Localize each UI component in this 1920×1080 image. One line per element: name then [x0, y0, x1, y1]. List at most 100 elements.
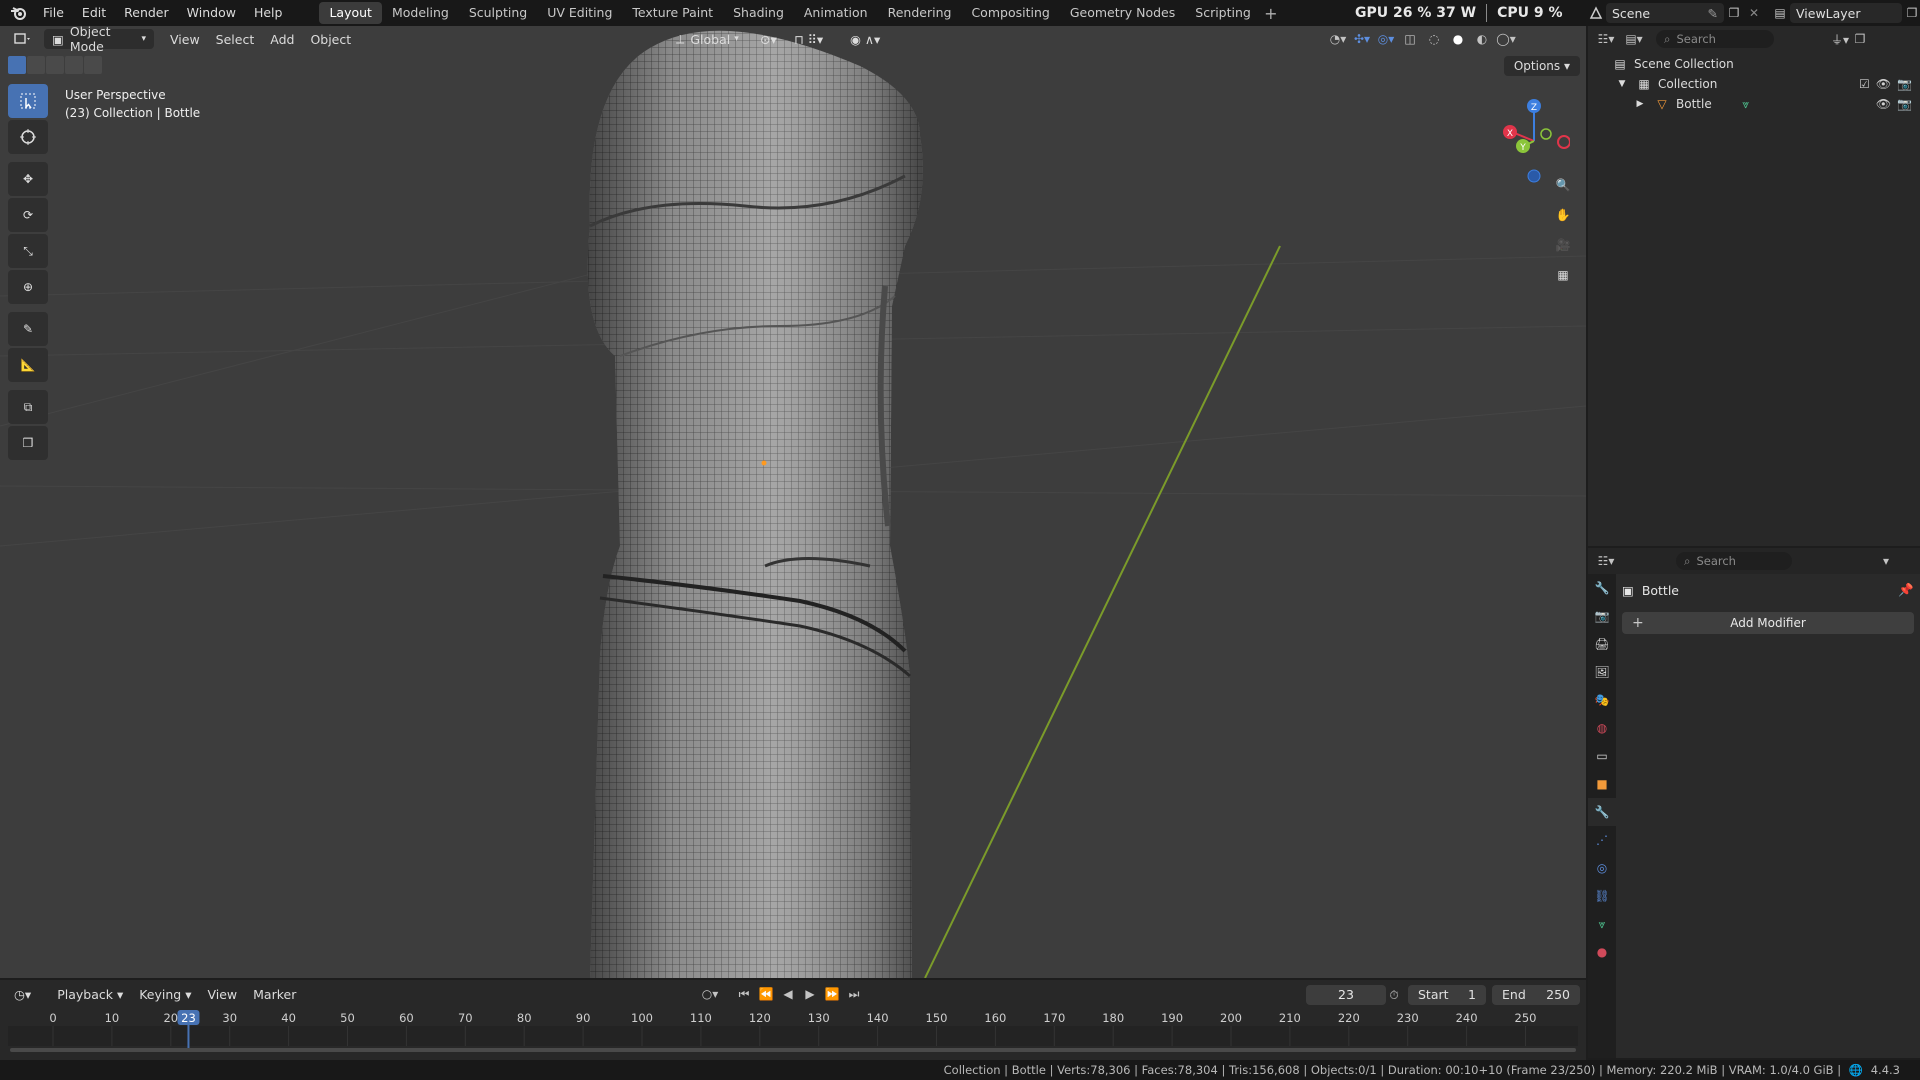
camera-icon[interactable]: 📷	[1897, 77, 1912, 91]
chevron-down-icon[interactable]: ▼	[1614, 77, 1630, 91]
eye-icon[interactable]: 👁	[1876, 77, 1891, 91]
gizmo-toggle-icon[interactable]: ✣▾	[1352, 29, 1372, 49]
menu-marker[interactable]: Marker	[245, 984, 304, 1004]
menu-select[interactable]: Select	[208, 29, 263, 49]
blender-logo-icon[interactable]	[8, 2, 30, 24]
view-layer-field[interactable]: ViewLayer	[1790, 3, 1902, 23]
timeline-editor-type-button[interactable]: ◷▾	[6, 984, 39, 1004]
properties-editor-type-icon[interactable]: ☷▾	[1596, 551, 1616, 571]
pivot-point-icon[interactable]: ⊙▾	[752, 29, 785, 49]
tab-scripting[interactable]: Scripting	[1185, 2, 1261, 24]
object-tab-icon[interactable]: ■	[1588, 770, 1616, 798]
current-frame-field[interactable]: 23	[1306, 985, 1386, 1005]
pin-icon[interactable]: 📌	[1898, 582, 1914, 598]
chevron-right-icon[interactable]: ▶	[1632, 97, 1648, 111]
select-box-icon[interactable]	[8, 84, 48, 118]
cursor-icon[interactable]	[8, 120, 48, 154]
rotate-icon[interactable]: ⟳	[8, 198, 48, 232]
filter-icon[interactable]: ⏚▾	[1830, 29, 1850, 49]
start-frame-field[interactable]: Start 1	[1408, 985, 1486, 1005]
menu-render[interactable]: Render	[115, 2, 178, 24]
eye-icon[interactable]: 👁	[1876, 97, 1891, 111]
outliner-row-scene-collection[interactable]: ▤ Scene Collection	[1588, 54, 1920, 74]
tab-geometry-nodes[interactable]: Geometry Nodes	[1060, 2, 1185, 24]
play-reverse-icon[interactable]: ◀	[778, 984, 798, 1004]
perspective-toggle-icon[interactable]: ▦	[1548, 260, 1578, 290]
outliner-editor-type-icon[interactable]: ☷▾	[1596, 29, 1616, 49]
tab-animation[interactable]: Animation	[794, 2, 878, 24]
menu-file[interactable]: File	[34, 2, 73, 24]
3d-viewport[interactable]: ▣ Object Mode ▾ View Select Add Object ⟂…	[0, 26, 1586, 978]
stopwatch-icon[interactable]: ⏱	[1384, 985, 1404, 1005]
menu-playback[interactable]: Playback ▾	[49, 984, 131, 1004]
outliner-row-collection[interactable]: ▼ ▦ Collection ☑ 👁 📷	[1588, 74, 1920, 94]
play-icon[interactable]: ▶	[800, 984, 820, 1004]
select-extend-icon[interactable]	[27, 56, 45, 74]
select-subtract-icon[interactable]	[46, 56, 64, 74]
tab-texture-paint[interactable]: Texture Paint	[622, 2, 723, 24]
material-shading-icon[interactable]: ◐	[1472, 29, 1492, 49]
physics-tab-icon[interactable]: ◎	[1588, 854, 1616, 882]
outliner-search-input[interactable]: ⌕ Search	[1656, 30, 1774, 48]
solid-shading-icon[interactable]: ●	[1448, 29, 1468, 49]
new-scene-icon[interactable]: ❐	[1724, 3, 1744, 23]
xray-icon[interactable]: ◫	[1400, 29, 1420, 49]
snap-icon[interactable]: ⊓ ⠿▾	[786, 29, 831, 49]
record-icon[interactable]: ○▾	[700, 984, 720, 1004]
view-layer-tab-icon[interactable]: 🖼	[1588, 658, 1616, 686]
modifier-tab-icon[interactable]: 🔧	[1588, 798, 1616, 826]
add-primitive-icon[interactable]: ❒	[8, 426, 48, 460]
collection-tab-icon[interactable]: ▭	[1588, 742, 1616, 770]
output-tab-icon[interactable]: 🖨	[1588, 630, 1616, 658]
close-scene-icon[interactable]: ✕	[1744, 3, 1764, 23]
orientation-dropdown[interactable]: ⟂ Global ▾	[668, 29, 747, 49]
tab-layout[interactable]: Layout	[319, 2, 382, 24]
outliner-row-bottle[interactable]: ▶ ▽ Bottle ⩔ 👁 📷	[1588, 94, 1920, 114]
select-intersect-icon[interactable]	[84, 56, 102, 74]
end-frame-field[interactable]: End 250	[1492, 985, 1580, 1005]
constraints-tab-icon[interactable]: ⛓	[1588, 882, 1616, 910]
tab-compositing[interactable]: Compositing	[961, 2, 1059, 24]
tab-sculpting[interactable]: Sculpting	[459, 2, 537, 24]
menu-object[interactable]: Object	[302, 29, 359, 49]
viewport-canvas[interactable]	[0, 26, 1586, 978]
camera-view-icon[interactable]: 🎥	[1548, 230, 1578, 260]
new-collection-icon[interactable]: ❐	[1850, 29, 1870, 49]
select-invert-icon[interactable]	[65, 56, 83, 74]
properties-search-input[interactable]: ⌕ Search	[1676, 552, 1792, 570]
data-tab-icon[interactable]: ⩔	[1588, 910, 1616, 938]
options-button[interactable]: Options ▾	[1503, 56, 1580, 76]
scene-field[interactable]: Scene ✎	[1606, 3, 1724, 23]
tab-shading[interactable]: Shading	[723, 2, 794, 24]
scale-icon[interactable]: ⤡	[8, 234, 48, 268]
zoom-icon[interactable]: 🔍	[1548, 170, 1578, 200]
particles-tab-icon[interactable]: ⋰	[1588, 826, 1616, 854]
tab-rendering[interactable]: Rendering	[878, 2, 962, 24]
menu-help[interactable]: Help	[245, 2, 292, 24]
scene-icon[interactable]	[1586, 3, 1606, 23]
tool-tab-icon[interactable]: 🔧	[1588, 574, 1616, 602]
mode-dropdown[interactable]: ▣ Object Mode ▾	[44, 26, 154, 54]
tab-modeling[interactable]: Modeling	[382, 2, 459, 24]
checkbox-icon[interactable]: ☑	[1859, 77, 1870, 91]
transform-icon[interactable]: ⊕	[8, 270, 48, 304]
world-tab-icon[interactable]: ◍	[1588, 714, 1616, 742]
menu-view[interactable]: View	[162, 29, 208, 49]
wireframe-shading-icon[interactable]: ◌	[1424, 29, 1444, 49]
new-view-layer-icon[interactable]: ❐	[1902, 3, 1920, 23]
visibility-icon[interactable]: ◔▾	[1328, 29, 1348, 49]
measure-icon[interactable]: 📐	[8, 348, 48, 382]
chevron-down-icon[interactable]: ▾	[1876, 551, 1896, 571]
editor-type-button[interactable]	[6, 29, 40, 49]
proportional-edit-icon[interactable]: ◉ ∧▾	[842, 29, 888, 49]
pin-icon[interactable]: ✎	[1708, 6, 1718, 21]
material-tab-icon[interactable]: ●	[1588, 938, 1616, 966]
timeline-ruler[interactable]: 0 10 20 30 40 50 60 70 80 90 100 110 120 130 140 150 160…	[0, 1010, 1586, 1052]
menu-edit[interactable]: Edit	[73, 2, 115, 24]
menu-add[interactable]: Add	[262, 29, 302, 49]
jump-end-icon[interactable]: ⏭	[844, 984, 864, 1004]
camera-icon[interactable]: 📷	[1897, 97, 1912, 111]
prev-keyframe-icon[interactable]: ⏪	[756, 984, 776, 1004]
menu-window[interactable]: Window	[178, 2, 245, 24]
select-new-icon[interactable]	[8, 56, 26, 74]
